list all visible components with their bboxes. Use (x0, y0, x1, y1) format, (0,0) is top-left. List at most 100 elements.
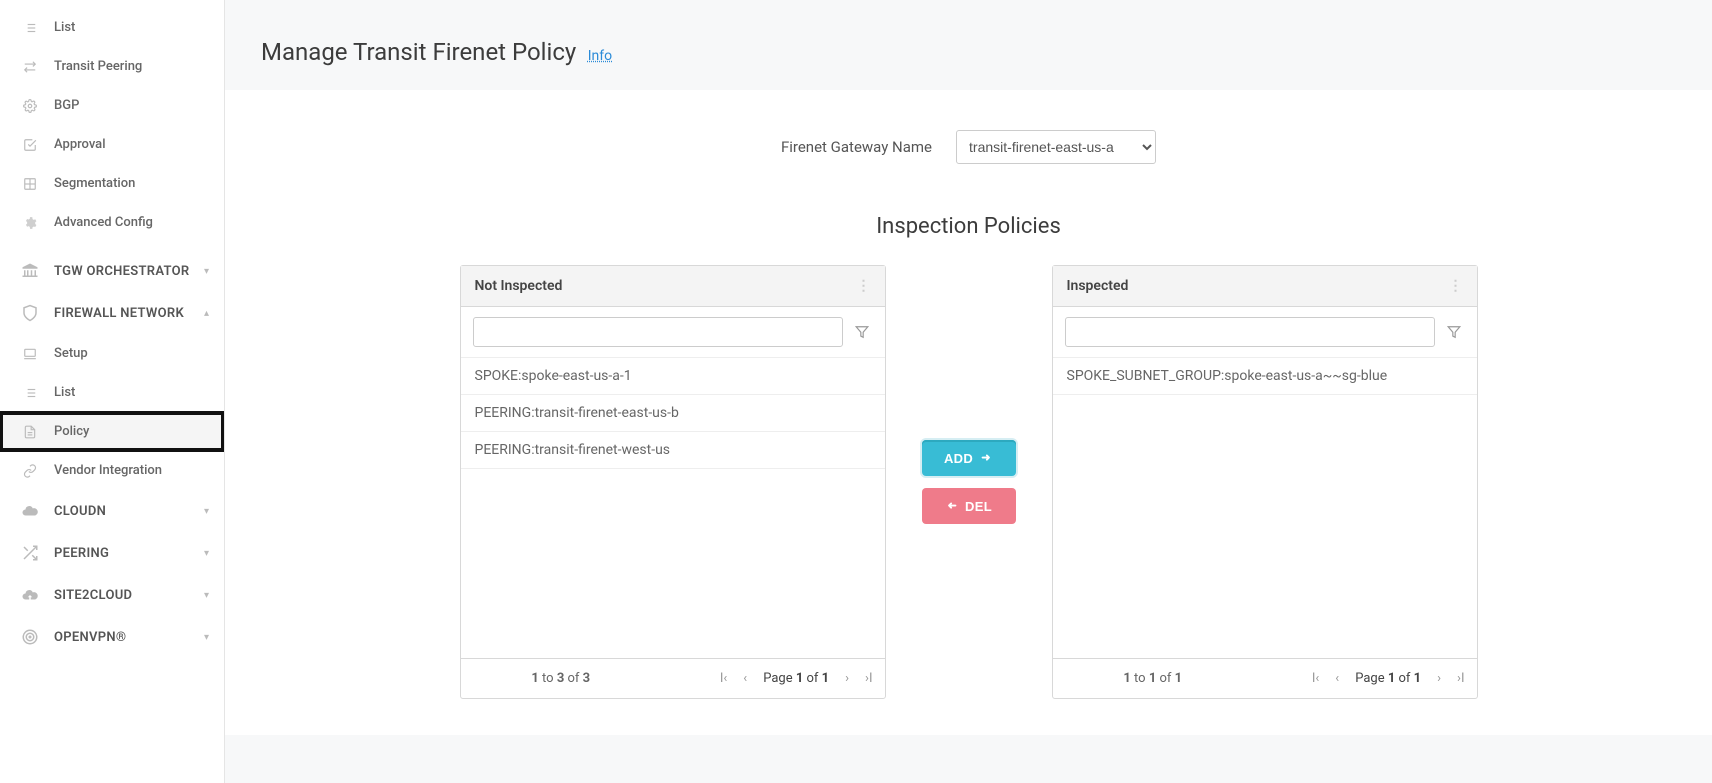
page-next-button[interactable]: › (1433, 669, 1445, 688)
panel-body: SPOKE_SUBNET_GROUP:spoke-east-us-a~~sg-b… (1053, 358, 1477, 658)
page-prev-button[interactable]: ‹ (739, 669, 751, 688)
panel-body: SPOKE:spoke-east-us-a-1 PEERING:transit-… (461, 358, 885, 658)
chevron-down-icon: ▾ (204, 548, 209, 559)
gear-icon (18, 216, 42, 230)
info-link[interactable]: Info (588, 48, 612, 64)
sidebar-item-fw-list[interactable]: List (0, 373, 224, 412)
sidebar-item-label: Advanced Config (54, 215, 209, 230)
page-last-button[interactable]: ›I (1453, 669, 1468, 688)
del-button-label: DEL (965, 499, 992, 514)
swap-icon (18, 60, 42, 74)
link-icon (18, 464, 42, 478)
range-text: 1 to 1 of 1 (1123, 671, 1182, 686)
main-content: Manage Transit Firenet Policy Info Firen… (225, 0, 1712, 783)
gateway-select[interactable]: transit-firenet-east-us-a (956, 130, 1156, 164)
sidebar-section-label: TGW ORCHESTRATOR (54, 264, 204, 279)
sidebar-item-segmentation[interactable]: Segmentation (0, 164, 224, 203)
section-title: Inspection Policies (261, 214, 1676, 239)
chevron-down-icon: ▾ (204, 632, 209, 643)
list-item[interactable]: SPOKE:spoke-east-us-a-1 (461, 358, 885, 395)
sidebar-section-label: CLOUDN (54, 504, 204, 519)
sidebar-item-transit-peering[interactable]: Transit Peering (0, 47, 224, 86)
panel-title: Inspected (1067, 278, 1129, 294)
sidebar-item-label: Approval (54, 137, 209, 152)
shield-icon (18, 304, 42, 322)
drag-handle-icon[interactable]: ⋮ (857, 278, 871, 294)
sidebar-item-label: Segmentation (54, 176, 209, 191)
sidebar-section-label: SITE2CLOUD (54, 588, 204, 603)
transfer-buttons: ADD ➜ ➜ DEL (922, 265, 1016, 699)
sidebar-section-peering[interactable]: PEERING ▾ (0, 532, 224, 574)
sidebar-item-setup[interactable]: Setup (0, 334, 224, 373)
segment-icon (18, 177, 42, 191)
sidebar-item-vendor-integration[interactable]: Vendor Integration (0, 451, 224, 490)
sidebar-section-cloudn[interactable]: CLOUDN ▾ (0, 490, 224, 532)
page-last-button[interactable]: ›I (861, 669, 876, 688)
sidebar-section-label: FIREWALL NETWORK (54, 306, 204, 321)
check-square-icon (18, 138, 42, 152)
panel-header: Not Inspected ⋮ (461, 266, 885, 307)
pager: I‹ ‹ Page 1 of 1 › ›I (1308, 669, 1469, 688)
page-indicator: Page 1 of 1 (759, 669, 833, 688)
filter-icon[interactable] (851, 321, 873, 343)
sidebar-item-label: BGP (54, 98, 209, 113)
list-item[interactable]: SPOKE_SUBNET_GROUP:spoke-east-us-a~~sg-b… (1053, 358, 1477, 395)
panel-header: Inspected ⋮ (1053, 266, 1477, 307)
target-icon (18, 628, 42, 646)
sidebar-section-firewall-network[interactable]: FIREWALL NETWORK ▴ (0, 292, 224, 334)
page-next-button[interactable]: › (841, 669, 853, 688)
page-prev-button[interactable]: ‹ (1331, 669, 1343, 688)
sidebar-item-advanced-config[interactable]: Advanced Config (0, 203, 224, 242)
sidebar: List Transit Peering BGP Approval Segmen… (0, 0, 225, 783)
page-first-button[interactable]: I‹ (1308, 669, 1323, 688)
list-icon (18, 21, 42, 35)
filter-input-left[interactable] (473, 317, 843, 347)
sidebar-item-policy[interactable]: Policy (0, 412, 224, 451)
not-inspected-panel: Not Inspected ⋮ SPOKE:spoke-east-us-a-1 … (460, 265, 886, 699)
page-indicator: Page 1 of 1 (1351, 669, 1425, 688)
add-button-label: ADD (944, 451, 973, 466)
sidebar-section-label: PEERING (54, 546, 204, 561)
sidebar-section-site2cloud[interactable]: SITE2CLOUD ▾ (0, 574, 224, 616)
list-icon (18, 386, 42, 400)
sidebar-item-label: Transit Peering (54, 59, 209, 74)
panel-footer: 1 to 1 of 1 I‹ ‹ Page 1 of 1 › ›I (1053, 658, 1477, 698)
pager: I‹ ‹ Page 1 of 1 › ›I (716, 669, 877, 688)
list-item[interactable]: PEERING:transit-firenet-east-us-b (461, 395, 885, 432)
page-title: Manage Transit Firenet Policy (261, 38, 576, 66)
sidebar-section-tgw-orchestrator[interactable]: TGW ORCHESTRATOR ▾ (0, 250, 224, 292)
policies-row: Not Inspected ⋮ SPOKE:spoke-east-us-a-1 … (261, 265, 1676, 699)
chevron-down-icon: ▾ (204, 590, 209, 601)
sidebar-item-label: List (54, 20, 209, 35)
gear-outline-icon (18, 99, 42, 113)
sidebar-item-label: Vendor Integration (54, 463, 209, 478)
chevron-down-icon: ▾ (204, 266, 209, 277)
chevron-down-icon: ▾ (204, 506, 209, 517)
filter-input-right[interactable] (1065, 317, 1435, 347)
sidebar-item-approval[interactable]: Approval (0, 125, 224, 164)
range-text: 1 to 3 of 3 (531, 671, 590, 686)
chevron-up-icon: ▴ (204, 308, 209, 319)
panel-title: Not Inspected (475, 278, 563, 294)
list-item[interactable]: PEERING:transit-firenet-west-us (461, 432, 885, 469)
drag-handle-icon[interactable]: ⋮ (1449, 278, 1463, 294)
cloud-up-icon (18, 586, 42, 604)
filter-icon[interactable] (1443, 321, 1465, 343)
sidebar-item-bgp[interactable]: BGP (0, 86, 224, 125)
sidebar-item-label: Setup (54, 346, 209, 361)
sidebar-item-list[interactable]: List (0, 8, 224, 47)
shuffle-icon (18, 544, 42, 562)
document-icon (18, 425, 42, 439)
sidebar-section-openvpn[interactable]: OPENVPN® ▾ (0, 616, 224, 658)
page-first-button[interactable]: I‹ (716, 669, 731, 688)
gateway-selector-row: Firenet Gateway Name transit-firenet-eas… (261, 130, 1676, 164)
del-button[interactable]: ➜ DEL (922, 488, 1016, 524)
sidebar-section-label: OPENVPN® (54, 630, 204, 645)
cloud-icon (18, 502, 42, 520)
laptop-icon (18, 347, 42, 361)
sidebar-item-label: Policy (54, 424, 209, 439)
add-button[interactable]: ADD ➜ (922, 440, 1016, 476)
arrow-right-icon: ➜ (979, 451, 993, 465)
gateway-label: Firenet Gateway Name (781, 138, 932, 156)
sidebar-item-label: List (54, 385, 209, 400)
